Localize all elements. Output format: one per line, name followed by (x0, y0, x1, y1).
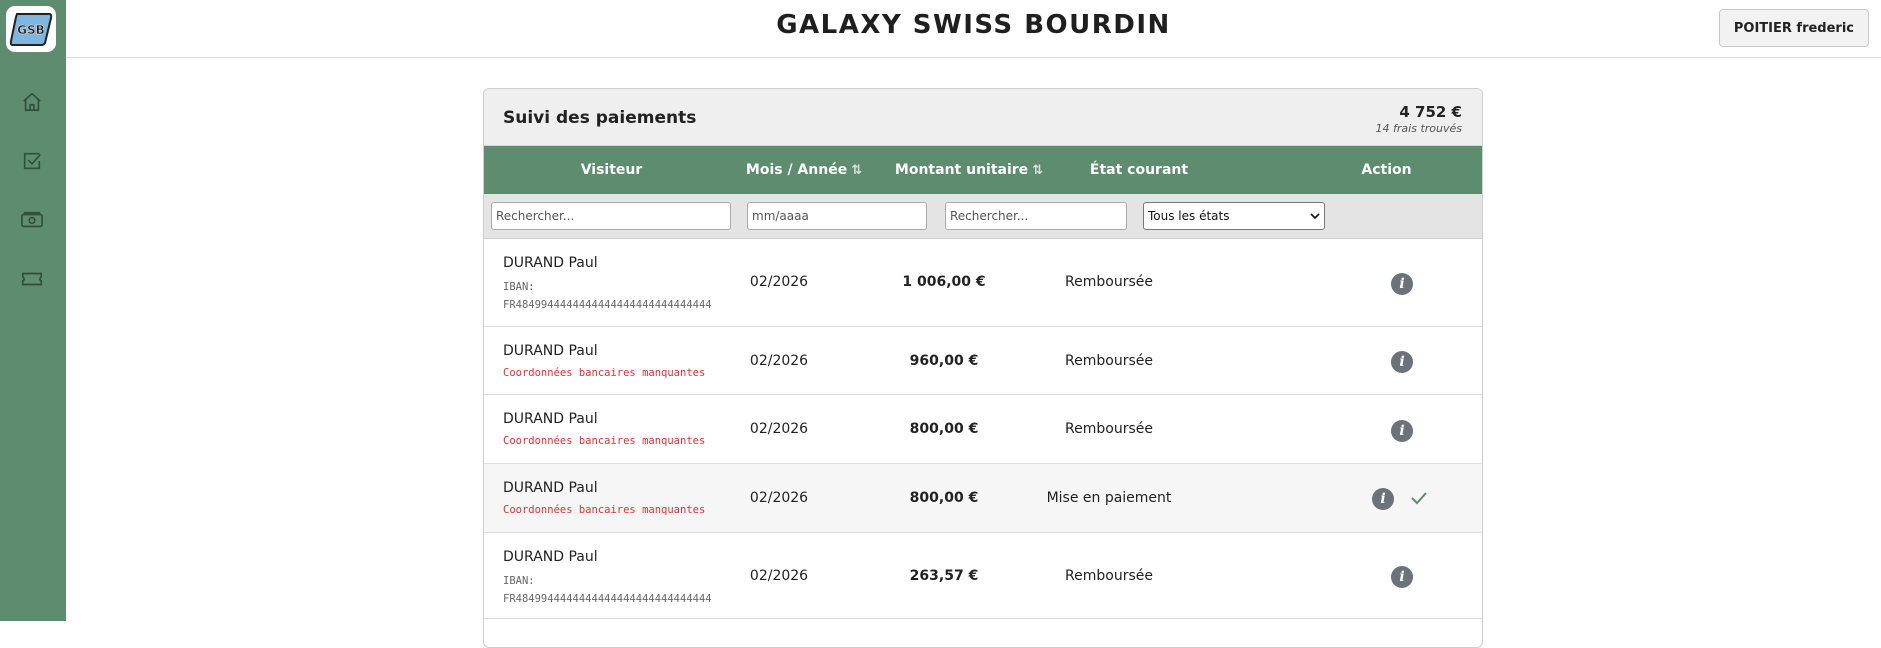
column-mois[interactable]: Mois / Année ⇅ (724, 146, 884, 194)
amount-cell: 1 006,00 € (902, 274, 986, 290)
sort-icon[interactable]: ⇅ (1032, 163, 1043, 178)
filter-row: Tous les états (484, 194, 1482, 239)
iban-value: FR4849944444444444444444444444444 (503, 593, 712, 605)
checklist-icon[interactable] (18, 147, 46, 175)
ticket-icon[interactable] (18, 265, 46, 293)
month-cell: 02/2026 (749, 274, 809, 290)
month-cell: 02/2026 (749, 568, 809, 584)
card-header: Suivi des paiements 4 752 € 14 frais tro… (484, 89, 1482, 146)
table-row: DURAND Paul Coordonnées bancaires manqua… (484, 327, 1482, 395)
gsb-logo[interactable]: GSB (6, 6, 56, 52)
amount-cell: 263,57 € (909, 568, 979, 584)
amount-cell: 800,00 € (909, 490, 979, 506)
user-button[interactable]: POITIER frederic (1718, 9, 1869, 47)
missing-bank-details: Coordonnées bancaires manquantes (503, 435, 706, 447)
results-count: 14 frais trouvés (1375, 122, 1462, 135)
sort-icon[interactable]: ⇅ (851, 163, 862, 178)
table-row: DURAND Paul Coordonnées bancaires manqua… (484, 464, 1482, 533)
state-cell: Remboursée (1065, 353, 1153, 369)
cash-icon[interactable] (18, 206, 46, 234)
info-icon[interactable]: i (1391, 351, 1413, 373)
visitor-name: DURAND Paul (503, 255, 598, 271)
total-amount: 4 752 € (1399, 103, 1462, 121)
amount-cell: 960,00 € (909, 353, 979, 369)
visitor-name: DURAND Paul (503, 549, 598, 565)
visitor-search-input[interactable] (491, 202, 731, 230)
sidebar: GSB (0, 0, 66, 621)
column-action: Action (1361, 162, 1412, 178)
home-icon[interactable] (18, 88, 46, 116)
logo-icon: GSB (9, 13, 53, 46)
visitor-name: DURAND Paul (503, 411, 598, 427)
table-row: DURAND Paul IBAN: FR48499444444444444444… (484, 533, 1482, 619)
info-icon[interactable]: i (1391, 273, 1413, 295)
chevron-down-icon (1310, 213, 1320, 220)
info-icon[interactable]: i (1391, 420, 1413, 442)
state-cell: Mise en paiement (1046, 490, 1172, 506)
card-title: Suivi des paiements (503, 108, 697, 128)
state-cell: Remboursée (1065, 568, 1153, 584)
state-filter-value: Tous les états (1148, 209, 1230, 223)
app-title: GALAXY SWISS BOURDIN (776, 10, 1171, 40)
column-visiteur: Visiteur (580, 162, 643, 178)
state-cell: Remboursée (1065, 274, 1153, 290)
table-row: DURAND Paul IBAN: FR48499444444444444444… (484, 239, 1482, 327)
missing-bank-details: Coordonnées bancaires manquantes (503, 367, 706, 379)
check-icon[interactable] (1410, 490, 1428, 506)
visitor-name: DURAND Paul (503, 480, 598, 496)
top-bar: GALAXY SWISS BOURDIN POITIER frederic (66, 0, 1881, 58)
month-filter-input[interactable] (747, 202, 927, 230)
amount-search-input[interactable] (945, 202, 1127, 230)
table-header: Visiteur Mois / Année ⇅ Montant unitaire ⇅… (484, 146, 1482, 194)
column-etat: État courant (1089, 162, 1189, 178)
payments-card: Suivi des paiements 4 752 € 14 frais tro… (483, 88, 1483, 648)
info-icon[interactable]: i (1391, 566, 1413, 588)
svg-text:GSB: GSB (17, 23, 45, 37)
month-cell: 02/2026 (749, 353, 809, 369)
iban-label: IBAN: (503, 575, 535, 587)
table-row: DURAND Paul Coordonnées bancaires manqua… (484, 395, 1482, 464)
visitor-name: DURAND Paul (503, 343, 598, 359)
column-montant[interactable]: Montant unitaire ⇅ (889, 146, 1049, 194)
month-cell: 02/2026 (749, 490, 809, 506)
month-cell: 02/2026 (749, 421, 809, 437)
amount-cell: 800,00 € (909, 421, 979, 437)
state-cell: Remboursée (1065, 421, 1153, 437)
iban-value: FR4849944444444444444444444444444 (503, 299, 712, 311)
state-filter-select[interactable]: Tous les états (1143, 202, 1325, 230)
iban-label: IBAN: (503, 281, 535, 293)
missing-bank-details: Coordonnées bancaires manquantes (503, 504, 706, 516)
info-icon[interactable]: i (1372, 488, 1394, 510)
